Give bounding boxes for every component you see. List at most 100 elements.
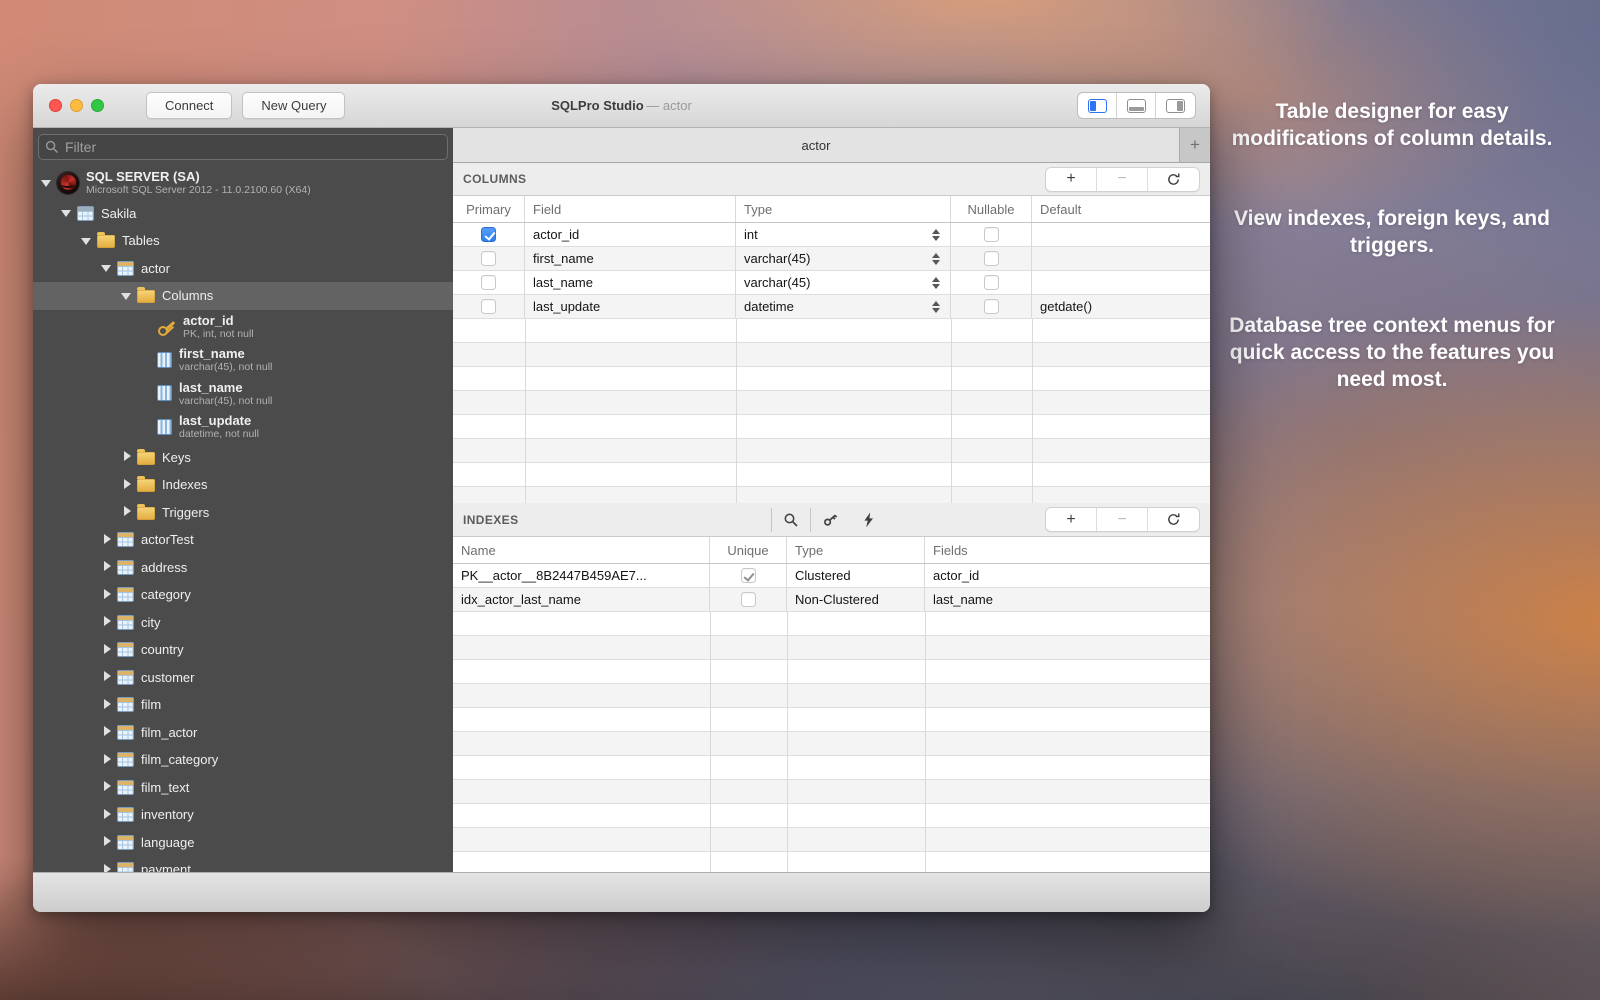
tree-item[interactable]: last_name varchar(45), not null xyxy=(33,377,453,411)
column-row[interactable]: first_name varchar(45) xyxy=(453,247,1210,271)
type-cell[interactable]: varchar(45) xyxy=(736,247,951,270)
nullable-checkbox[interactable] xyxy=(984,275,999,290)
default-cell[interactable]: getdate() xyxy=(1032,295,1210,318)
tree-item[interactable]: Indexes xyxy=(33,471,453,499)
type-dropdown-stepper-icon[interactable] xyxy=(932,253,942,265)
tree-item[interactable]: Columns xyxy=(33,282,453,310)
tab-actor[interactable]: actor xyxy=(453,128,1180,162)
nullable-checkbox[interactable] xyxy=(984,251,999,266)
triggers-tab-button[interactable] xyxy=(849,512,887,528)
disclosure-triangle-icon[interactable] xyxy=(121,290,133,302)
tree-item[interactable]: film_category xyxy=(33,746,453,774)
disclosure-triangle-icon[interactable] xyxy=(101,671,113,683)
add-column-button[interactable]: + xyxy=(1046,168,1097,191)
tree-item[interactable]: category xyxy=(33,581,453,609)
primary-checkbox[interactable] xyxy=(481,251,496,266)
disclosure-triangle-icon[interactable] xyxy=(141,421,153,433)
type-dropdown-stepper-icon[interactable] xyxy=(932,229,942,241)
tree-item[interactable]: Keys xyxy=(33,444,453,472)
tree-item[interactable]: actorTest xyxy=(33,526,453,554)
default-cell[interactable] xyxy=(1032,271,1210,294)
column-row[interactable]: actor_id int xyxy=(453,223,1210,247)
disclosure-triangle-icon[interactable] xyxy=(61,207,73,219)
primary-checkbox[interactable] xyxy=(481,275,496,290)
remove-column-button[interactable]: − xyxy=(1097,168,1148,191)
disclosure-triangle-icon[interactable] xyxy=(101,699,113,711)
primary-checkbox[interactable] xyxy=(481,227,496,242)
disclosure-triangle-icon[interactable] xyxy=(101,589,113,601)
tree-item[interactable]: actor_id PK, int, not null xyxy=(33,310,453,344)
toggle-bottom-panel-button[interactable] xyxy=(1117,93,1156,118)
indexes-tab-button[interactable] xyxy=(772,512,810,528)
disclosure-triangle-icon[interactable] xyxy=(101,781,113,793)
minimize-window-button[interactable] xyxy=(70,99,83,112)
index-type-cell[interactable]: Non-Clustered xyxy=(787,588,925,611)
tree-item[interactable]: film xyxy=(33,691,453,719)
type-cell[interactable]: varchar(45) xyxy=(736,271,951,294)
tree-item[interactable]: address xyxy=(33,554,453,582)
nullable-checkbox[interactable] xyxy=(984,299,999,314)
tree-item[interactable]: customer xyxy=(33,664,453,692)
disclosure-triangle-icon[interactable] xyxy=(101,864,113,872)
unique-checkbox[interactable] xyxy=(741,568,756,583)
column-row[interactable]: last_update datetime getdate() xyxy=(453,295,1210,319)
disclosure-triangle-icon[interactable] xyxy=(101,726,113,738)
type-dropdown-stepper-icon[interactable] xyxy=(932,301,942,313)
refresh-indexes-button[interactable] xyxy=(1148,508,1199,531)
refresh-columns-button[interactable] xyxy=(1148,168,1199,191)
zoom-window-button[interactable] xyxy=(91,99,104,112)
tree-item[interactable]: Sakila xyxy=(33,200,453,228)
unique-checkbox[interactable] xyxy=(741,592,756,607)
primary-checkbox[interactable] xyxy=(481,299,496,314)
nullable-checkbox[interactable] xyxy=(984,227,999,242)
disclosure-triangle-icon[interactable] xyxy=(141,387,153,399)
disclosure-triangle-icon[interactable] xyxy=(101,644,113,656)
tree-item[interactable]: actor xyxy=(33,255,453,283)
tree-item[interactable]: first_name varchar(45), not null xyxy=(33,343,453,377)
disclosure-triangle-icon[interactable] xyxy=(101,262,113,274)
type-cell[interactable]: int xyxy=(736,223,951,246)
tree-item[interactable]: film_actor xyxy=(33,719,453,747)
disclosure-triangle-icon[interactable] xyxy=(141,354,153,366)
tree-item[interactable]: payment xyxy=(33,856,453,872)
disclosure-triangle-icon[interactable] xyxy=(101,836,113,848)
default-cell[interactable] xyxy=(1032,223,1210,246)
disclosure-triangle-icon[interactable] xyxy=(141,320,153,332)
disclosure-triangle-icon[interactable] xyxy=(121,506,133,518)
field-cell[interactable]: first_name xyxy=(525,247,736,270)
new-query-button[interactable]: New Query xyxy=(242,92,345,119)
index-fields-cell[interactable]: actor_id xyxy=(925,564,1210,587)
toggle-right-panel-button[interactable] xyxy=(1156,93,1195,118)
connect-button[interactable]: Connect xyxy=(146,92,232,119)
index-fields-cell[interactable]: last_name xyxy=(925,588,1210,611)
disclosure-triangle-icon[interactable] xyxy=(101,561,113,573)
tree-item[interactable]: last_update datetime, not null xyxy=(33,410,453,444)
tree-item[interactable]: Tables xyxy=(33,227,453,255)
index-name-cell[interactable]: idx_actor_last_name xyxy=(453,588,710,611)
index-row[interactable]: PK__actor__8B2447B459AE7... Clustered ac… xyxy=(453,564,1210,588)
tree-item[interactable]: Triggers xyxy=(33,499,453,527)
disclosure-triangle-icon[interactable] xyxy=(41,177,53,189)
disclosure-triangle-icon[interactable] xyxy=(101,534,113,546)
add-tab-button[interactable]: + xyxy=(1180,128,1210,162)
tree-item[interactable]: city xyxy=(33,609,453,637)
tree-item[interactable]: language xyxy=(33,829,453,857)
disclosure-triangle-icon[interactable] xyxy=(101,754,113,766)
foreign-keys-tab-button[interactable] xyxy=(811,511,849,528)
remove-index-button[interactable]: − xyxy=(1097,508,1148,531)
tree-item[interactable]: SQL SERVER (SA) Microsoft SQL Server 201… xyxy=(33,166,453,200)
disclosure-triangle-icon[interactable] xyxy=(121,451,133,463)
filter-input[interactable] xyxy=(38,134,448,160)
index-name-cell[interactable]: PK__actor__8B2447B459AE7... xyxy=(453,564,710,587)
toggle-left-panel-button[interactable] xyxy=(1078,93,1117,118)
close-window-button[interactable] xyxy=(49,99,62,112)
index-type-cell[interactable]: Clustered xyxy=(787,564,925,587)
type-cell[interactable]: datetime xyxy=(736,295,951,318)
titlebar[interactable]: Connect New Query SQLPro Studio — actor xyxy=(33,84,1210,128)
add-index-button[interactable]: + xyxy=(1046,508,1097,531)
disclosure-triangle-icon[interactable] xyxy=(81,235,93,247)
field-cell[interactable]: last_update xyxy=(525,295,736,318)
default-cell[interactable] xyxy=(1032,247,1210,270)
tree-item[interactable]: country xyxy=(33,636,453,664)
index-row[interactable]: idx_actor_last_name Non-Clustered last_n… xyxy=(453,588,1210,612)
